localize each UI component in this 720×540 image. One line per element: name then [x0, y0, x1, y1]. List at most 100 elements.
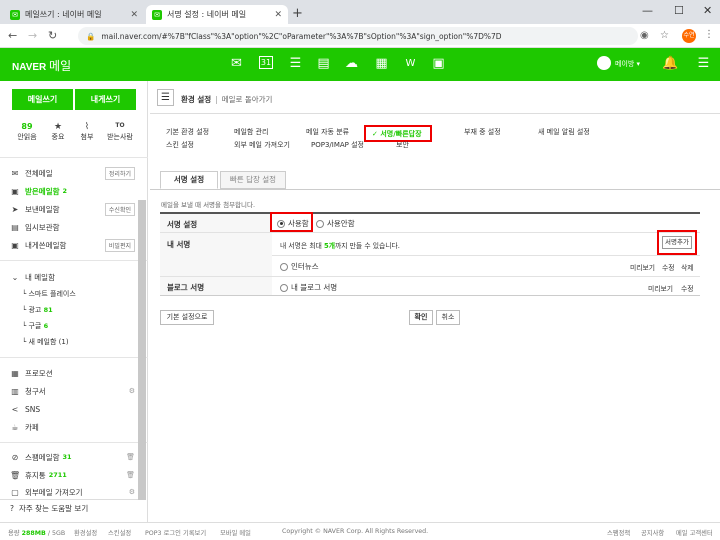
sidebar-item-sns[interactable]: < SNS [10, 402, 135, 416]
menu-skin[interactable]: 스킨 설정 [166, 140, 194, 150]
sub-folder-label: 스마트 플레이스 [28, 290, 76, 298]
close-tab-icon[interactable]: ✕ [130, 10, 138, 20]
stat-attachment[interactable]: ⌇ 첨부 [73, 122, 101, 142]
edit-link[interactable]: 수정 [681, 283, 694, 293]
radio-blog-signature[interactable]: 내 블로그 서명 [280, 282, 337, 293]
radio-not-use[interactable]: 사용안함 [316, 218, 355, 229]
sidebar-item-smart-place[interactable]: └ 스마트 플레이스 [22, 289, 76, 301]
url-field[interactable]: 🔒 mail.naver.com/#%7B"fClass"%3A"option"… [78, 27, 638, 45]
cancel-button[interactable]: 취소 [436, 310, 460, 325]
write-to-self-button[interactable]: 내게쓰기 [75, 89, 136, 110]
radio-use[interactable]: 사용함 [277, 218, 309, 229]
back-to-mail-link[interactable]: 메일로 돌아가기 [222, 95, 273, 104]
faq-link[interactable]: ? 자주 찾는 도움말 보기 [0, 499, 138, 517]
camera-icon[interactable]: ◉ [640, 30, 649, 41]
sidebar-item-bills[interactable]: ▥ 청구서 ⚙ [10, 384, 135, 398]
write-mail-button[interactable]: 메일쓰기 [12, 89, 73, 110]
avatar[interactable] [597, 56, 611, 70]
footer-link-help-center[interactable]: 메일 고객센터 [676, 528, 713, 537]
footer-link-skin[interactable]: 스킨설정 [108, 528, 131, 537]
gear-icon[interactable]: ⚙ [129, 387, 135, 395]
delete-link[interactable]: 삭제 [681, 262, 694, 272]
radio-icon [316, 219, 324, 228]
trash-icon[interactable]: 🗑 [126, 453, 135, 461]
sidebar-item-label: 청구서 [25, 386, 46, 396]
sidebar-item-trash[interactable]: 🗑 휴지통 2711 🗑 [10, 468, 135, 482]
secret-letter-button[interactable]: 비밀편지 [104, 238, 135, 252]
bookmark-star-icon[interactable]: ☆ [660, 30, 669, 41]
word-icon[interactable]: W [403, 56, 418, 71]
sidebar-item-ads[interactable]: └ 광고 81 [22, 305, 53, 317]
menu-away[interactable]: 부재 중 설정 [464, 127, 501, 137]
organize-button[interactable]: 정리하기 [104, 166, 135, 180]
naver-mail-logo[interactable]: NAVER 메일 [12, 57, 71, 74]
menu-mailbox-manage[interactable]: 메일함 관리 [234, 127, 268, 137]
new-tab-icon[interactable]: + [292, 6, 303, 21]
back-icon[interactable]: ← [8, 29, 17, 42]
tab-quick-reply-settings[interactable]: 빠른 답장 설정 [220, 171, 286, 189]
menu-external-mail[interactable]: 외부 메일 가져오기 [234, 140, 290, 150]
stat-unread[interactable]: 89 안읽음 [13, 122, 41, 142]
menu-dots-icon[interactable]: ⋮ [704, 29, 714, 40]
calendar-icon[interactable]: 31 [259, 56, 273, 69]
sidebar-item-self-mail[interactable]: ▣ 내게쓴메일함 비밀편지 [10, 238, 135, 252]
grid-icon[interactable]: ▦ [374, 56, 389, 71]
bill-icon: ▥ [11, 386, 19, 396]
preview-link[interactable]: 미리보기 [648, 283, 673, 293]
menu-auto-sort[interactable]: 메일 자동 분류 [306, 127, 349, 137]
radio-signature-internews[interactable]: 인터뉴스 [280, 261, 319, 272]
menu-basic-settings[interactable]: 기본 환경 설정 [166, 127, 209, 137]
menu-new-mail-alert[interactable]: 새 메일 알림 설정 [538, 127, 590, 137]
sidebar-scrollbar[interactable] [138, 200, 146, 500]
stat-to[interactable]: TO 받는사람 [106, 122, 134, 142]
mail-icon[interactable]: ✉ [229, 56, 244, 71]
confirm-button[interactable]: 확인 [409, 310, 433, 325]
list-icon[interactable]: ☰ [288, 56, 303, 71]
chevron-down-icon: ⌄ [11, 272, 19, 282]
footer-link-notice[interactable]: 공지사항 [641, 528, 664, 537]
footer-link-mobile[interactable]: 모바일 메일 [220, 528, 251, 537]
gear-icon[interactable]: ⚙ [129, 488, 135, 496]
sidebar-item-cafe[interactable]: ☕ 카페 [10, 420, 135, 434]
text-icon[interactable]: ▣ [431, 56, 446, 71]
maximize-icon[interactable]: ☐ [674, 4, 684, 17]
edit-link[interactable]: 수정 [662, 262, 675, 272]
sidebar-item-spam[interactable]: ⊘ 스팸메일함 31 🗑 [10, 450, 135, 464]
forward-icon[interactable]: → [28, 29, 37, 42]
footer-link-spam-policy[interactable]: 스팸정책 [607, 528, 630, 537]
my-mailbox-toggle[interactable]: ⌄ 내 메일함 [10, 270, 135, 284]
tab-signature-settings[interactable]: 서명 설정 [160, 171, 218, 189]
sidebar-item-sent[interactable]: ➤ 보낸메일함 수신확인 [10, 202, 135, 216]
sidebar-item-external[interactable]: ▢ 외부메일 가져오기 ⚙ [10, 485, 135, 499]
profile-avatar[interactable]: 수연 [682, 29, 696, 43]
sidebar-item-drafts[interactable]: ▤ 임시보관함 [10, 220, 135, 234]
menu-pop3-imap[interactable]: POP3/IMAP 설정 [311, 140, 364, 150]
sidebar-item-google[interactable]: └ 구글 6 [22, 321, 48, 333]
bell-icon[interactable]: 🔔 [662, 56, 678, 71]
window-close-icon[interactable]: ✕ [703, 4, 712, 17]
menu-security[interactable]: 보안 [396, 140, 409, 150]
hamburger-menu-button[interactable]: ☰ [157, 89, 174, 106]
sidebar-item-promotion[interactable]: ▦ 프로모션 [10, 366, 135, 380]
reload-icon[interactable]: ↻ [48, 29, 57, 42]
reset-default-button[interactable]: 기본 설정으로 [160, 310, 214, 325]
sidebar-item-all-mail[interactable]: ✉ 전체메일 정리하기 [10, 166, 135, 180]
sidebar-item-new-mailbox[interactable]: └ 새 메일함 (1) [22, 337, 69, 349]
footer-link-pop3-log[interactable]: POP3 로그인 기록보기 [145, 528, 206, 537]
stat-important[interactable]: ★ 중요 [44, 122, 72, 142]
trash-icon[interactable]: 🗑 [126, 471, 135, 479]
preview-link[interactable]: 미리보기 [630, 262, 655, 272]
username[interactable]: 메이방 ▾ [615, 59, 640, 69]
browser-tab-signature[interactable]: ✉ 서명 설정 : 네이버 메일 ✕ [146, 5, 288, 24]
contacts-icon[interactable]: ▤ [316, 56, 331, 71]
add-signature-button[interactable]: 서명추가 [662, 236, 692, 249]
sidebar-item-label: 보낸메일함 [25, 204, 60, 214]
footer-link-settings[interactable]: 환경설정 [74, 528, 97, 537]
close-tab-icon[interactable]: ✕ [274, 10, 282, 20]
sidebar-item-inbox[interactable]: ▣ 받은메일함 2 [10, 184, 135, 198]
read-receipt-button[interactable]: 수신확인 [104, 202, 135, 216]
minimize-icon[interactable]: — [642, 4, 653, 17]
browser-tab-write[interactable]: ✉ 메일쓰기 : 네이버 메일 ✕ [4, 5, 144, 24]
cloud-icon[interactable]: ☁ [344, 56, 359, 71]
hamburger-icon[interactable]: ☰ [696, 56, 711, 71]
